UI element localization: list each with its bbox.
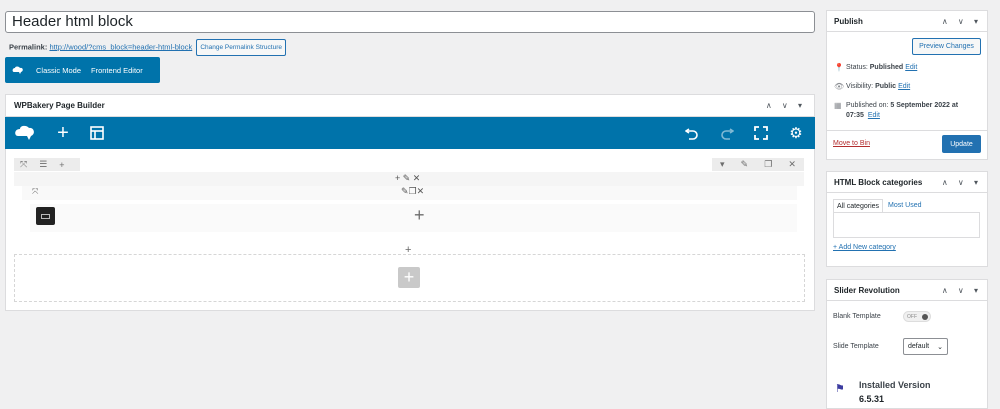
installed-version-value: 6.5.31 [859,394,885,404]
templates-icon[interactable] [87,123,107,143]
visibility-value: Public [875,83,897,90]
wpbakery-logo-icon [5,57,31,83]
slide-template-value: default [908,343,930,350]
panel-arrows[interactable]: ∧ ∨ ▾ [766,95,806,116]
settings-gear-icon[interactable]: ⚙ [786,123,806,143]
calendar-icon: ▦ [834,101,842,110]
classic-mode-button[interactable]: Classic Mode [31,66,86,75]
visibility-edit-link[interactable]: Edit [898,82,910,92]
slide-template-label: Slide Template [833,343,879,350]
published-on-row: ▦ Published on: 5 September 2022 at 07:3… [834,101,984,121]
slider-title: Slider Revolution [834,286,900,295]
permalink-label: Permalink: [9,42,48,52]
categories-title: HTML Block categories [834,178,923,187]
status-value: Published [869,64,904,71]
categories-box-arrows[interactable]: ∧ ∨ ▾ [942,172,982,193]
published-on-text: Published on: 5 September 2022 at 07:35 … [846,101,958,121]
status-row: 📍 Status: Published Edit [834,63,917,73]
slider-box-arrows[interactable]: ∧ ∨ ▾ [942,280,982,301]
publish-box-arrows[interactable]: ∧ ∨ ▾ [942,11,982,32]
change-permalink-button[interactable]: Change Permalink Structure [196,39,286,56]
pin-icon: 📍 [834,63,844,72]
wpbakery-panel-header: WPBakery Page Builder ∧ ∨ ▾ [6,95,814,117]
installed-version-label: Installed Version [859,380,931,390]
status-edit-link[interactable]: Edit [905,63,917,73]
wpbakery-toolbar: + ⚙ [5,117,815,149]
add-new-category-link[interactable]: + Add New category [833,244,896,251]
publish-box-header: Publish ∧ ∨ ▾ [827,11,987,32]
published-on-label: Published on: [846,102,889,109]
slider-box-header: Slider Revolution ∧ ∨ ▾ [827,280,987,301]
update-button[interactable]: Update [942,135,981,153]
toggle-knob [922,314,928,320]
permalink-url[interactable]: http://wood/?cms_block=header-html-block [49,42,192,51]
add-element-plus-icon[interactable]: + [414,205,425,226]
undo-icon[interactable] [682,123,702,143]
categories-tabs: All categories Most Used [833,199,927,213]
publish-title: Publish [834,17,863,26]
tab-all-categories[interactable]: All categories [833,199,884,213]
blank-template-label: Blank Template [833,313,881,320]
publish-divider [827,130,987,131]
blank-template-toggle[interactable]: OFF [903,311,931,322]
published-on-value: 5 September 2022 at [890,102,959,109]
frontend-editor-button[interactable]: Frontend Editor [86,66,148,75]
published-on-edit-link[interactable]: Edit [868,112,880,119]
status-label: Status: [846,64,868,71]
row-clone-icon[interactable]: ❐ [758,159,778,170]
wpbakery-logo-icon[interactable] [13,122,37,144]
row-layout-icon[interactable]: ☰ [33,159,53,170]
row-add-column-icon[interactable]: + [53,160,70,170]
tab-most-used[interactable]: Most Used [883,199,926,213]
permalink: Permalink: http://wood/?cms_block=header… [9,39,286,56]
fullscreen-icon[interactable] [751,123,771,143]
inner-row-controls-icons[interactable]: ✎❐✕ [401,186,424,197]
published-on-time: 07:35 [846,112,864,119]
categories-box-header: HTML Block categories ∧ ∨ ▾ [827,172,987,193]
post-title-input[interactable]: Header html block [5,11,815,33]
categories-list [833,212,980,238]
row-delete-icon[interactable]: ✕ [782,159,802,170]
flag-icon: ⚑ [835,383,845,395]
add-new-row-button[interactable]: + [398,267,420,288]
row-controls-right: ▾ ✎ ❐ ✕ [712,158,804,171]
slide-template-select[interactable]: default ⌄ [903,338,948,355]
move-to-bin-link[interactable]: Move to Bin [833,140,870,147]
row-edit-icon[interactable]: ✎ [735,159,755,170]
redo-icon[interactable] [717,123,737,143]
html-block-element-icon[interactable] [36,207,55,225]
row-toggle-icon[interactable]: ▾ [714,159,731,170]
visibility-row: 👁 Visibility: Public Edit [834,82,910,92]
row-controls-left: ⤧ ☰ + [14,158,80,171]
editor-mode-bar: Classic Mode Frontend Editor [5,57,160,83]
visibility-label: Visibility: [846,83,874,90]
eye-icon: 👁 [834,82,845,91]
wpbakery-panel-title: WPBakery Page Builder [14,101,105,110]
column-controls-icons[interactable]: + ✎ ✕ [395,173,420,184]
toggle-state-text: OFF [907,313,917,320]
inner-row-move-icon[interactable]: ⤧ [32,187,38,197]
preview-changes-button[interactable]: Preview Changes [912,38,981,55]
add-element-icon[interactable]: + [53,122,73,144]
chevron-down-icon: ⌄ [937,343,943,351]
row-move-icon[interactable]: ⤧ [14,159,33,170]
